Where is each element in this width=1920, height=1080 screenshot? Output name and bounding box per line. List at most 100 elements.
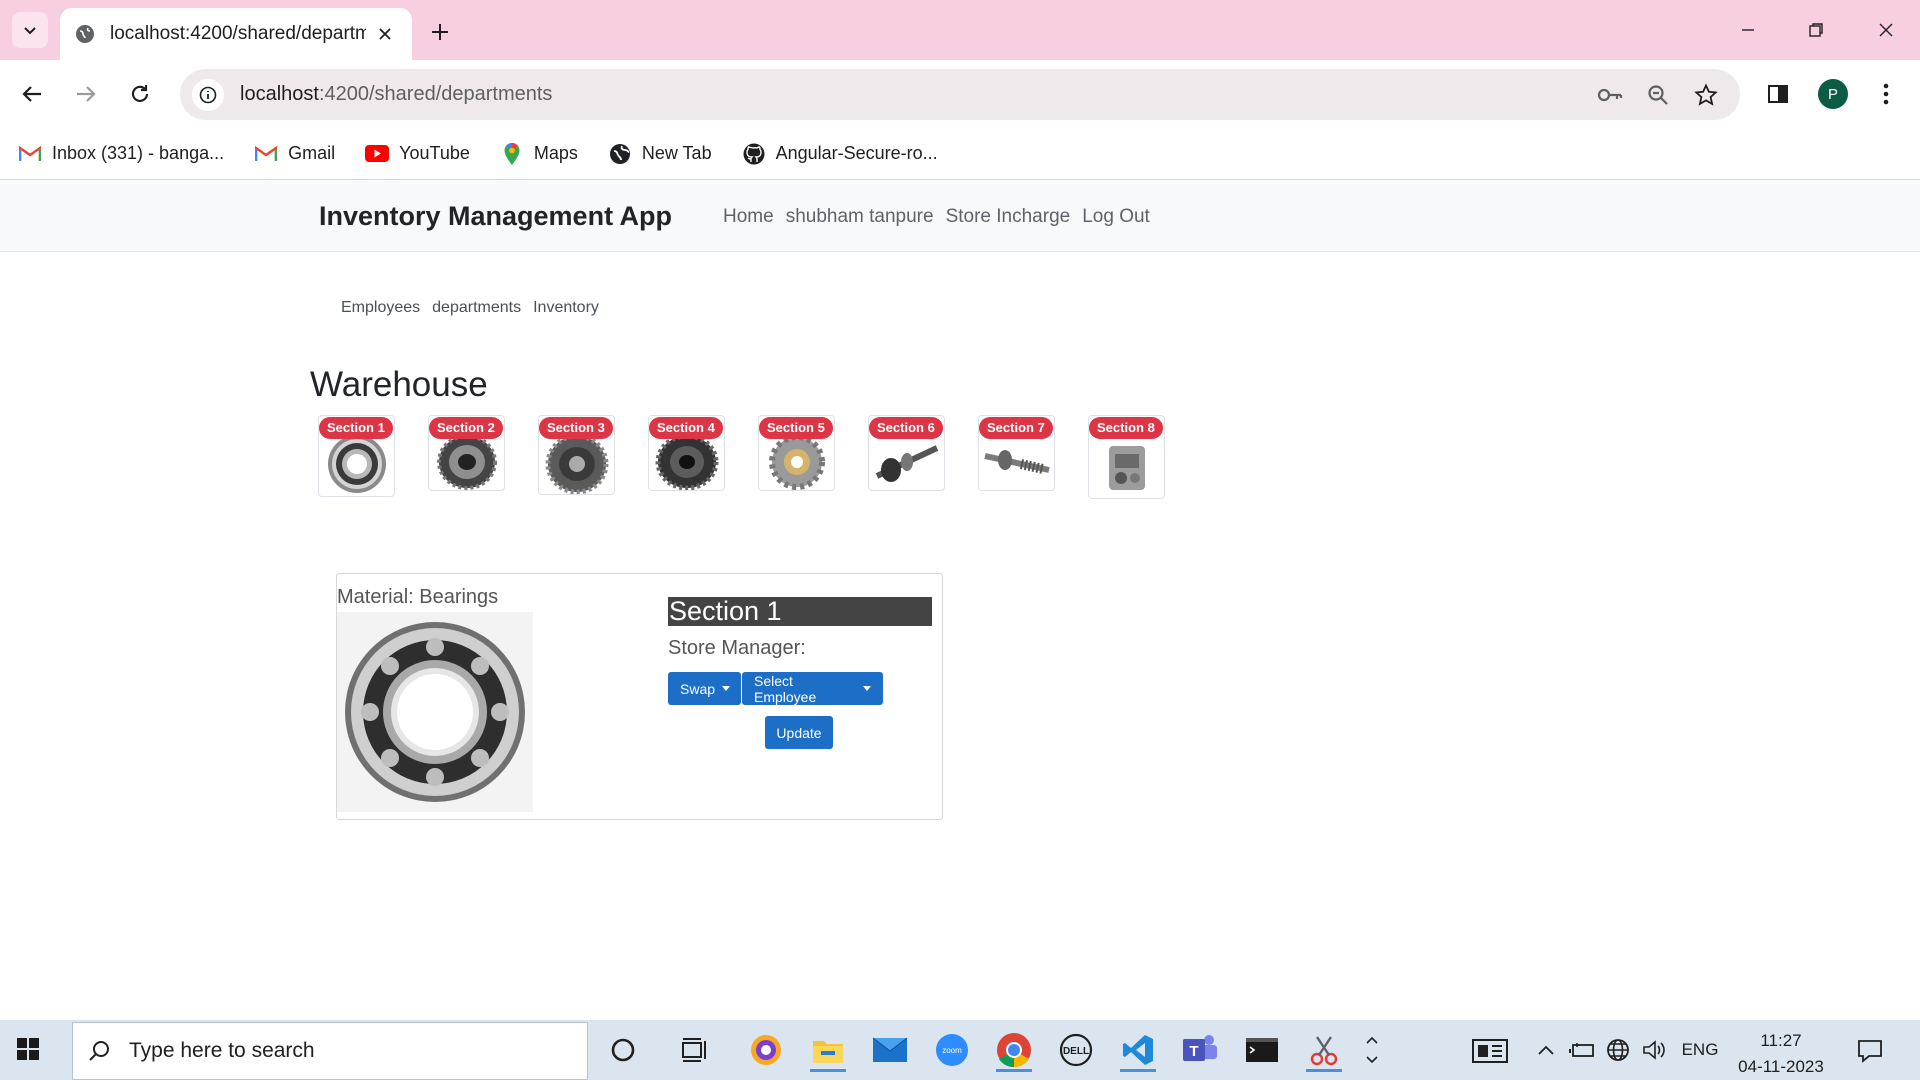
bookmark-new-tab[interactable]: New Tab — [608, 142, 712, 166]
tab-search-button[interactable] — [12, 12, 48, 48]
running-indicator — [996, 1069, 1032, 1072]
more-vertical-icon — [1883, 83, 1889, 105]
nav-home-link[interactable]: Home — [723, 206, 774, 228]
running-indicator — [1306, 1069, 1342, 1072]
bookmark-maps[interactable]: Maps — [500, 142, 578, 166]
active-tab[interactable]: localhost:4200/shared/departm — [60, 8, 412, 60]
search-icon — [89, 1041, 109, 1061]
zoom-button[interactable] — [1638, 75, 1678, 115]
notifications-button[interactable] — [1852, 1036, 1888, 1066]
bookmark-angular-secure[interactable]: Angular-Secure-ro... — [742, 142, 938, 166]
password-key-button[interactable] — [1590, 75, 1630, 115]
battery-icon — [1569, 1043, 1594, 1057]
section-card-1[interactable]: Section 1 — [318, 415, 395, 497]
swap-dropdown-button[interactable]: Swap — [668, 672, 741, 705]
taskbar-scroll-buttons[interactable] — [1362, 1028, 1382, 1072]
reload-icon — [131, 85, 149, 102]
section-card-2[interactable]: Section 2 — [428, 415, 505, 491]
nav-role-link[interactable]: Store Incharge — [946, 206, 1071, 228]
back-button[interactable] — [14, 76, 50, 112]
battery-button[interactable] — [1568, 1036, 1596, 1064]
zoom-icon — [1648, 84, 1668, 105]
cortana-button[interactable] — [601, 1028, 645, 1072]
restore-button[interactable] — [1792, 12, 1840, 48]
tab-strip: localhost:4200/shared/departm — [0, 0, 1920, 60]
store-manager-label: Store Manager: — [668, 637, 806, 659]
minimize-button[interactable] — [1724, 12, 1772, 48]
new-tab-button[interactable] — [424, 16, 456, 48]
taskbar-app-zoom[interactable]: zoom — [930, 1028, 974, 1072]
clock[interactable]: 11:27 04-11-2023 — [1735, 1028, 1827, 1080]
terminal-icon — [1246, 1038, 1278, 1062]
reload-button[interactable] — [122, 76, 158, 112]
subnav-departments-link[interactable]: departments — [432, 299, 521, 317]
star-icon — [1694, 82, 1718, 106]
chevron-down-icon — [24, 27, 36, 35]
taskbar-app-snipping-tool[interactable] — [1302, 1028, 1346, 1072]
start-button[interactable] — [14, 1034, 48, 1068]
scissors-icon — [1310, 1036, 1338, 1066]
section-card-5[interactable]: Section 5 — [758, 415, 835, 491]
section-card-8[interactable]: Section 8 — [1088, 415, 1165, 499]
bookmark-youtube[interactable]: YouTube — [365, 142, 470, 166]
subnav-employees-link[interactable]: Employees — [341, 299, 420, 317]
volume-button[interactable] — [1640, 1036, 1668, 1064]
task-view-icon — [682, 1038, 706, 1062]
windows-logo-icon — [17, 1038, 39, 1060]
swap-label: Swap — [680, 680, 716, 697]
taskbar-app-mail[interactable] — [868, 1028, 912, 1072]
material-image — [337, 612, 533, 812]
bookmark-inbox[interactable]: Inbox (331) - banga... — [18, 142, 224, 166]
gmail-icon — [254, 142, 278, 166]
nav-user-link[interactable]: shubham tanpure — [786, 206, 934, 228]
bookmarks-bar: Inbox (331) - banga... Gmail YouTube Map… — [0, 128, 1920, 180]
taskbar-app-file-explorer[interactable] — [806, 1028, 850, 1072]
menu-button[interactable] — [1868, 76, 1904, 112]
nav-logout-link[interactable]: Log Out — [1082, 206, 1150, 228]
bookmark-star-button[interactable] — [1686, 75, 1726, 115]
forward-button[interactable] — [68, 76, 104, 112]
taskbar-app-vpn[interactable] — [744, 1028, 788, 1072]
side-panel-button[interactable] — [1760, 76, 1796, 112]
key-icon — [1597, 88, 1623, 101]
news-widget-button[interactable] — [1470, 1036, 1510, 1066]
clock-time: 11:27 — [1760, 1031, 1802, 1050]
address-bar[interactable]: localhost:4200/shared/departments — [180, 69, 1740, 120]
taskbar-search-box[interactable]: Type here to search — [72, 1022, 588, 1080]
network-button[interactable] — [1604, 1036, 1632, 1064]
close-icon — [379, 28, 391, 40]
vpn-app-icon — [751, 1035, 781, 1065]
close-window-button[interactable] — [1862, 12, 1910, 48]
section-card-6[interactable]: Section 6 — [868, 415, 945, 491]
app-brand[interactable]: Inventory Management App — [319, 201, 672, 232]
taskbar-app-terminal[interactable] — [1240, 1028, 1284, 1072]
bookmark-gmail[interactable]: Gmail — [254, 142, 335, 166]
chevron-up-icon — [1538, 1045, 1554, 1055]
site-info-button[interactable] — [192, 78, 224, 111]
task-view-button[interactable] — [673, 1028, 717, 1072]
profile-avatar[interactable]: P — [1818, 79, 1848, 109]
taskbar-app-vscode[interactable] — [1116, 1028, 1160, 1072]
arrow-right-icon — [77, 86, 96, 102]
windows-taskbar: Type here to search zoom DELL T ENG 11:2… — [0, 1020, 1920, 1080]
show-hidden-icons-button[interactable] — [1534, 1036, 1558, 1064]
url-text[interactable]: localhost:4200/shared/departments — [240, 83, 1590, 106]
section-card-3[interactable]: Section 3 — [538, 415, 615, 495]
update-button[interactable]: Update — [765, 716, 833, 749]
tab-close-button[interactable] — [374, 23, 396, 45]
section-card-4[interactable]: Section 4 — [648, 415, 725, 491]
subnav-inventory-link[interactable]: Inventory — [533, 299, 599, 317]
section-badge: Section 6 — [869, 417, 943, 439]
language-indicator[interactable]: ENG — [1678, 1036, 1722, 1064]
section-card-7[interactable]: Section 7 — [978, 415, 1055, 491]
youtube-icon — [365, 142, 390, 166]
select-employee-dropdown-button[interactable]: Select Employee — [742, 672, 883, 705]
running-indicator — [810, 1069, 846, 1072]
section-badge: Section 1 — [319, 417, 393, 439]
taskbar-app-dell[interactable]: DELL — [1054, 1028, 1098, 1072]
taskbar-app-teams[interactable]: T — [1178, 1028, 1222, 1072]
globe-icon — [76, 25, 94, 43]
bearing-image — [337, 612, 533, 812]
chrome-icon — [997, 1033, 1031, 1068]
taskbar-app-chrome[interactable] — [992, 1028, 1036, 1072]
